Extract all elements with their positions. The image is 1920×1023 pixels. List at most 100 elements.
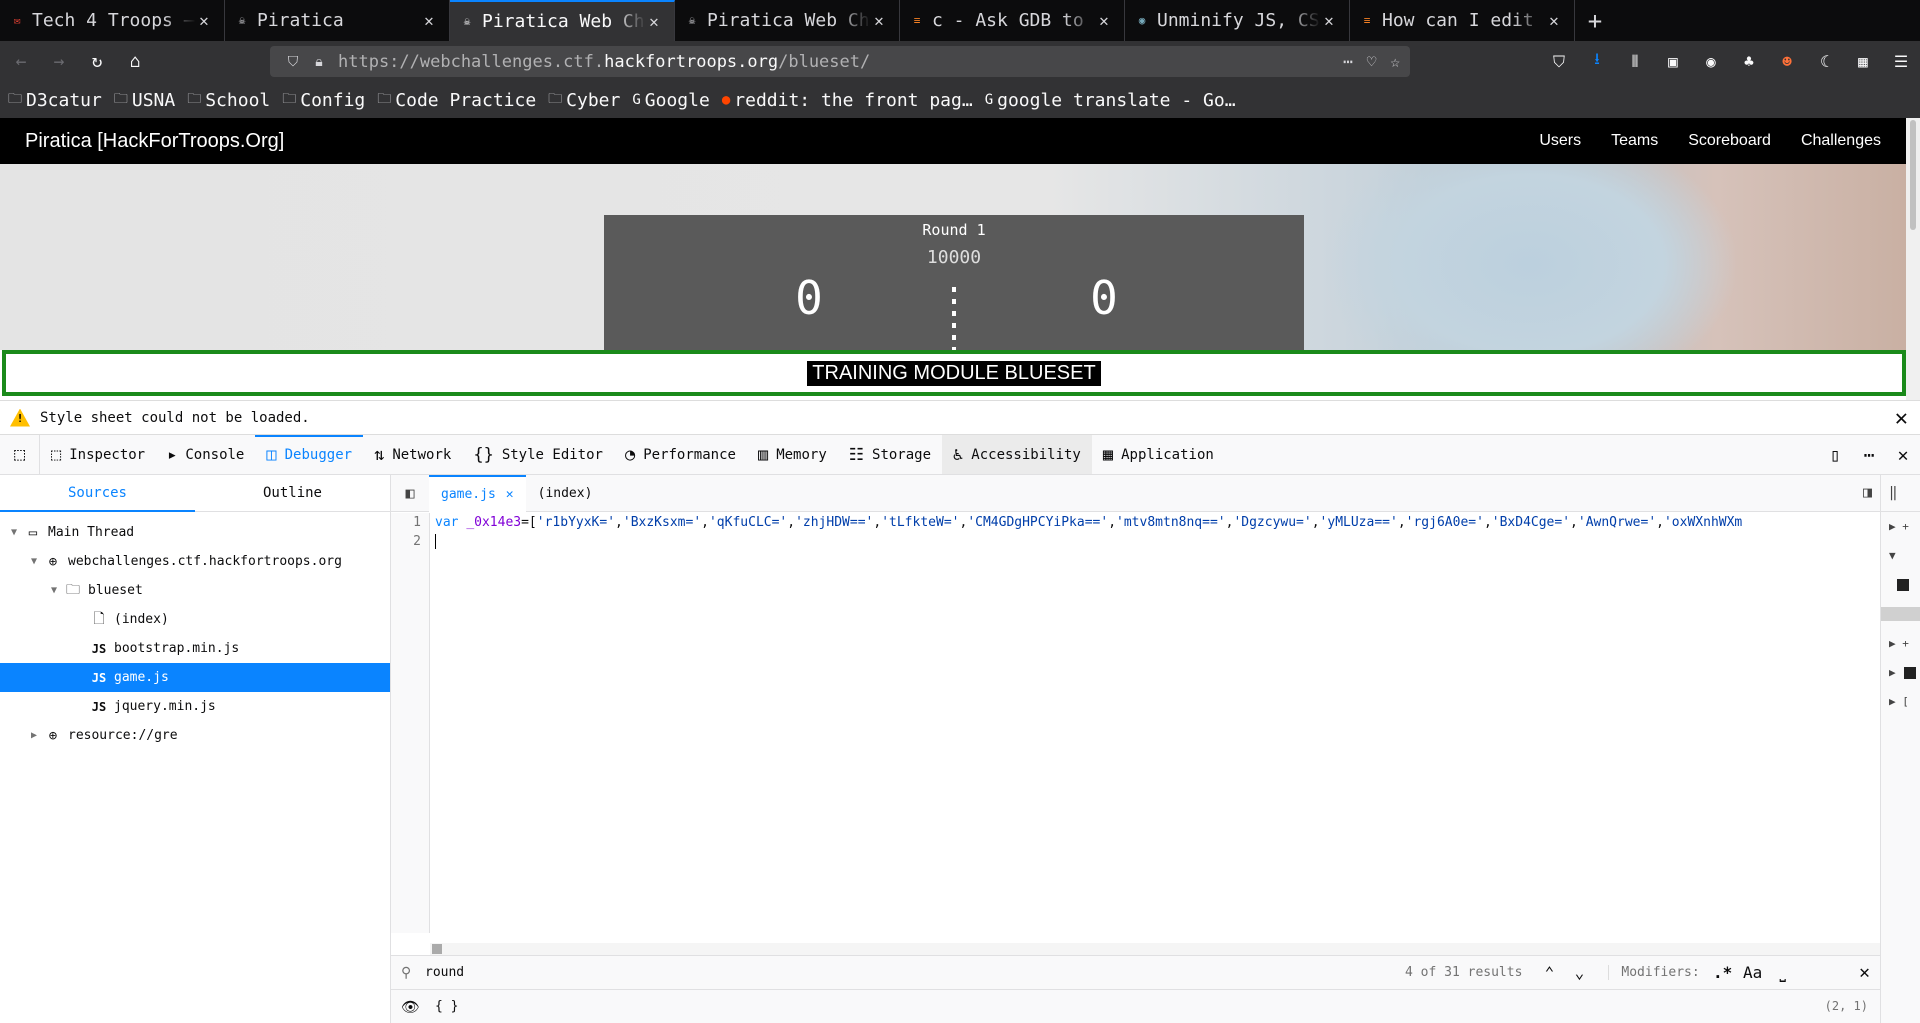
tree-resource[interactable]: ▶ ⊕ resource://gre [0, 721, 390, 750]
dom-breakpoints-row[interactable]: ▶ [ [1881, 687, 1920, 716]
close-tab-icon[interactable]: ✕ [646, 12, 662, 31]
close-tab-icon[interactable]: ✕ [196, 11, 212, 30]
forward-button[interactable]: → [40, 46, 78, 78]
nav-link-challenges[interactable]: Challenges [1801, 132, 1881, 150]
line-number[interactable]: 2 [391, 532, 429, 551]
scroll-thumb[interactable] [432, 944, 442, 954]
url-text[interactable]: https://webchallenges.ctf.hackfortroops.… [338, 52, 1343, 72]
scroll-thumb[interactable] [1910, 120, 1916, 230]
tab-storage[interactable]: ☷ Storage [838, 435, 942, 474]
event-breakpoints-row[interactable]: ▶ [1881, 658, 1920, 687]
grid-icon[interactable]: ▦ [1844, 46, 1882, 78]
previous-result-icon[interactable]: ⌃ [1534, 963, 1564, 982]
case-sensitive-toggle[interactable]: Aa [1738, 963, 1768, 982]
bookmark-star-icon[interactable]: ☆ [1390, 52, 1400, 71]
browser-tab[interactable]: ≡ How can I edit ja✕ [1350, 0, 1575, 41]
tab-memory[interactable]: ▥ Memory [747, 435, 838, 474]
expanded-arrow-icon[interactable]: ▼ [46, 585, 62, 596]
tab-style-editor[interactable]: {} Style Editor [462, 435, 614, 474]
bookmark-link[interactable]: ● reddit: the front pag… [722, 90, 973, 111]
element-picker-icon[interactable]: ⬚ [0, 435, 40, 474]
url-bar[interactable]: ⛉ 🔒︎ https://webchallenges.ctf.hackfortr… [270, 46, 1410, 77]
close-search-icon[interactable]: ✕ [1859, 962, 1870, 983]
tracking-shield-icon[interactable]: ⛉ [280, 54, 306, 70]
blackbox-eye-icon[interactable]: 👁︎ [401, 998, 435, 1016]
extension-dark-icon[interactable]: ☾ [1806, 46, 1844, 78]
devtools-menu-icon[interactable]: ⋯ [1852, 445, 1886, 466]
code-line[interactable] [435, 532, 1875, 551]
back-button[interactable]: ← [2, 46, 40, 78]
toggle-sources-icon[interactable]: ◧ [391, 484, 429, 502]
tab-console[interactable]: ▸ Console [156, 435, 255, 474]
library-icon[interactable]: ⫴ [1616, 46, 1654, 78]
sidebar-icon[interactable]: ▣ [1654, 46, 1692, 78]
browser-tab[interactable]: ◉ Unminify JS, CSS,✕ [1125, 0, 1350, 41]
nav-link-scoreboard[interactable]: Scoreboard [1688, 132, 1771, 150]
tree-host[interactable]: ▼ ⊕ webchallenges.ctf.hackfortroops.org [0, 547, 390, 576]
browser-tab-active[interactable]: ☠ Piratica Web Chal✕ [450, 0, 675, 41]
bookmark-folder[interactable]: 🗀 Config [282, 88, 365, 112]
responsive-design-icon[interactable]: ▯ [1818, 445, 1852, 466]
watch-expressions-row[interactable]: ▶ + [1881, 512, 1920, 541]
whole-word-toggle-icon[interactable]: ⎵ [1768, 963, 1798, 983]
editor-tab-game-js[interactable]: game.js ✕ [429, 474, 526, 512]
close-tab-icon[interactable]: ✕ [1096, 11, 1112, 30]
code-line[interactable]: var _0x14e3=['r1bYyxK=','BxzKsxm=','qKfu… [435, 513, 1875, 532]
site-brand[interactable]: Piratica [HackForTroops.Org] [25, 130, 1509, 153]
editor-tab-index[interactable]: (index) [526, 475, 605, 512]
close-tab-icon[interactable]: ✕ [871, 11, 887, 30]
pretty-print-button[interactable]: { } [435, 999, 458, 1014]
checkbox-icon[interactable] [1903, 666, 1916, 679]
bookmark-folder[interactable]: 🗀 USNA [114, 88, 175, 112]
toggle-sidebar-icon[interactable]: ◨ [1863, 483, 1872, 501]
browser-tab[interactable]: ☠ Piratica ✕ [225, 0, 450, 41]
bookmark-folder[interactable]: 🗀 Code Practice [377, 88, 536, 112]
collapsed-arrow-icon[interactable]: ▶ [1889, 520, 1896, 533]
page-scrollbar[interactable] [1906, 118, 1920, 400]
save-to-pocket-icon[interactable]: ⛉ [1540, 46, 1578, 78]
collapsed-arrow-icon[interactable]: ▶ [1889, 695, 1896, 708]
tab-performance[interactable]: ◔ Performance [614, 435, 747, 474]
search-input[interactable] [425, 965, 1405, 980]
new-tab-button[interactable]: + [1575, 0, 1615, 41]
line-gutter[interactable]: 1 2 [391, 513, 430, 933]
account-icon[interactable]: ◉ [1692, 46, 1730, 78]
lock-icon[interactable]: 🔒︎ [306, 54, 332, 70]
game-canvas[interactable]: Round 1 10000 0 0 [604, 215, 1304, 357]
tab-inspector[interactable]: ⬚ Inspector [40, 435, 156, 474]
tree-file[interactable]: JS jquery.min.js [0, 692, 390, 721]
tree-file-selected[interactable]: JS game.js [0, 663, 390, 692]
close-tab-icon[interactable]: ✕ [1546, 11, 1562, 30]
tree-file[interactable]: JS bootstrap.min.js [0, 634, 390, 663]
browser-tab[interactable]: ✉ Tech 4 Troops – m✕ [0, 0, 225, 41]
tab-accessibility[interactable]: ♿︎ Accessibility [942, 435, 1092, 474]
menu-icon[interactable]: ☰ [1882, 46, 1920, 78]
browser-tab[interactable]: ☠ Piratica Web Chal✕ [675, 0, 900, 41]
collapsed-arrow-icon[interactable]: ▶ [26, 730, 42, 741]
reload-button[interactable]: ↻ [78, 46, 116, 78]
collapsed-arrow-icon[interactable]: ▶ [1889, 637, 1896, 650]
bookmark-folder[interactable]: 🗀 School [187, 88, 270, 112]
tree-folder[interactable]: ▼ 🗀 blueset [0, 576, 390, 605]
tab-outline[interactable]: Outline [195, 475, 390, 511]
tab-debugger[interactable]: ◫ Debugger [255, 435, 363, 474]
page-actions-icon[interactable]: ⋯ [1343, 52, 1353, 71]
extension-icon[interactable]: ♣ [1730, 46, 1768, 78]
bookmark-folder[interactable]: 🗀 D3catur [8, 88, 102, 112]
horizontal-scrollbar[interactable] [430, 943, 1880, 955]
nav-link-users[interactable]: Users [1539, 132, 1581, 150]
collapsed-arrow-icon[interactable]: ▶ [1889, 666, 1896, 679]
nav-link-teams[interactable]: Teams [1611, 132, 1658, 150]
expanded-arrow-icon[interactable]: ▼ [1889, 549, 1896, 562]
tab-sources[interactable]: Sources [0, 475, 195, 512]
bookmark-folder[interactable]: 🗀 Cyber [548, 88, 620, 112]
breakpoint-option[interactable] [1881, 570, 1920, 599]
breakpoints-row[interactable]: ▼ [1881, 541, 1920, 570]
tab-network[interactable]: ⇅ Network [363, 435, 462, 474]
bookmark-link[interactable]: G Google [632, 90, 709, 111]
bookmark-link[interactable]: Ggoogle translate - Go… [985, 90, 1236, 111]
xhr-breakpoints-row[interactable]: ▶ + [1881, 629, 1920, 658]
pause-icon[interactable]: ‖ [1881, 475, 1920, 512]
checkbox-icon[interactable] [1897, 578, 1909, 591]
close-editor-tab-icon[interactable]: ✕ [506, 487, 514, 502]
